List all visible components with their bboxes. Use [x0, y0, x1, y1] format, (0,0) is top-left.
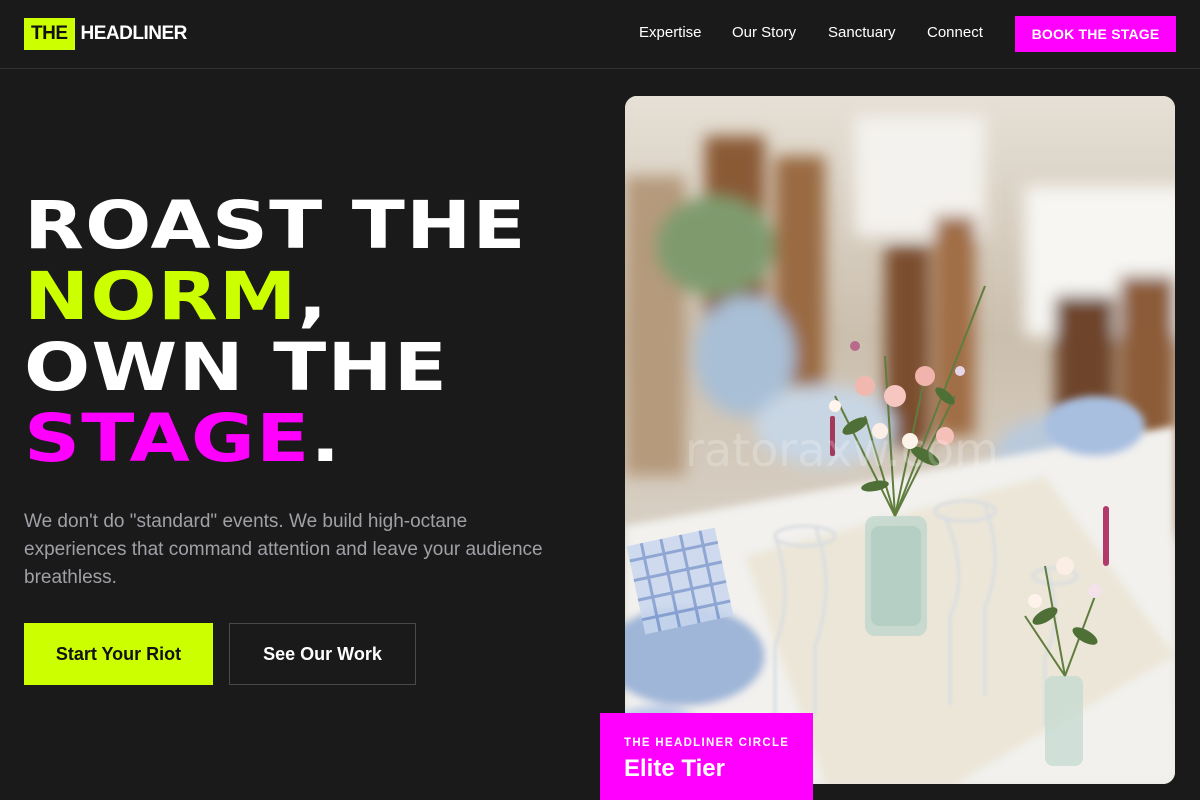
- see-our-work-button[interactable]: See Our Work: [229, 623, 416, 685]
- wedding-table-photo: ratoraxw.com: [625, 96, 1175, 784]
- hero-title-line-2: NORM,: [24, 261, 708, 332]
- hero-title-period: .: [310, 400, 342, 477]
- nav-link-expertise[interactable]: Expertise: [639, 24, 702, 41]
- hero-title-highlight-norm: NORM: [24, 258, 298, 335]
- hero-image: ratoraxw.com: [625, 96, 1175, 784]
- hero-title-line-3: OWN THE: [24, 329, 449, 406]
- hero-title: ROAST THE NORM, OWN THE STAGE.: [24, 190, 708, 474]
- nav-link-connect[interactable]: Connect: [927, 24, 983, 41]
- top-nav: THE HEADLINER Expertise Our Story Sanctu…: [0, 0, 1200, 69]
- nav-link-our-story[interactable]: Our Story: [732, 24, 796, 41]
- badge-kicker: THE HEADLINER CIRCLE: [624, 737, 790, 749]
- elite-tier-badge: THE HEADLINER CIRCLE Elite Tier: [600, 713, 813, 800]
- hero-title-line-1: ROAST THE: [24, 187, 527, 264]
- start-your-riot-button[interactable]: Start Your Riot: [24, 623, 213, 685]
- hero-title-highlight-stage: STAGE: [24, 400, 311, 477]
- logo-word: HEADLINER: [80, 23, 188, 44]
- hero-title-comma: ,: [297, 258, 329, 335]
- watermark-text: ratoraxw.com: [685, 423, 999, 477]
- book-the-stage-button[interactable]: BOOK THE STAGE: [1015, 16, 1176, 52]
- logo[interactable]: THE HEADLINER: [24, 18, 187, 50]
- hero-copy: We don't do "standard" events. We build …: [24, 511, 543, 588]
- nav-link-sanctuary[interactable]: Sanctuary: [828, 24, 896, 41]
- logo-box: THE: [24, 18, 75, 50]
- badge-title: Elite Tier: [624, 755, 725, 782]
- hero-title-line-4: STAGE.: [24, 403, 708, 474]
